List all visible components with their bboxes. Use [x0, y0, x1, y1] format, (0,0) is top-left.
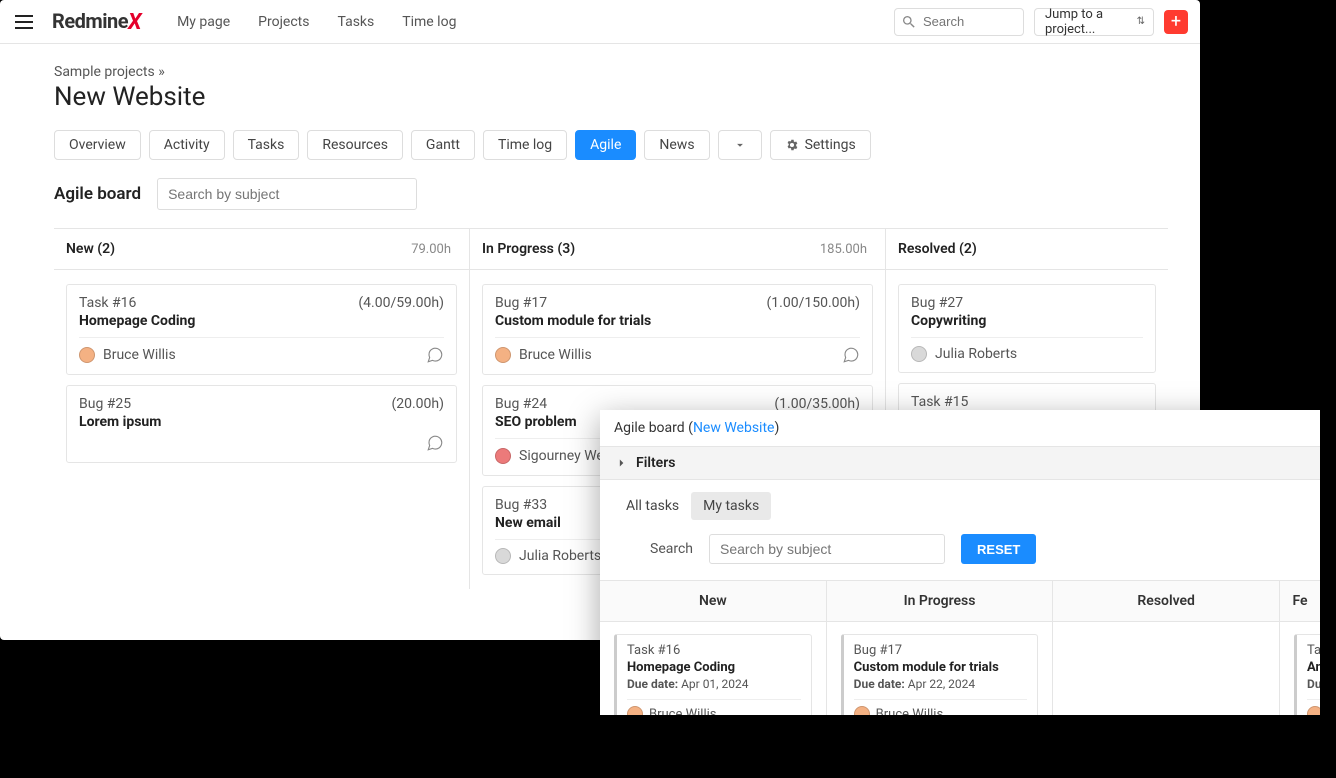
card-subject: Lorem ipsum — [79, 414, 444, 430]
popup-header: Agile board (New Website) — [600, 410, 1320, 446]
comment-icon[interactable] — [842, 346, 860, 364]
reset-button[interactable]: RESET — [961, 534, 1036, 564]
card-hours: (20.00h) — [391, 396, 444, 412]
page-title: New Website — [54, 82, 1168, 112]
tab-more[interactable] — [718, 130, 762, 160]
avatar — [1307, 706, 1320, 715]
pcard-task-6[interactable]: Task #6 Analysis of R Due date: Nov Bruc… — [1294, 634, 1320, 715]
card-task-16[interactable]: Task #16 (4.00/59.00h) Homepage Coding Br… — [66, 284, 457, 375]
card-bug-25[interactable]: Bug #25 (20.00h) Lorem ipsum — [66, 385, 457, 463]
nav-timelog[interactable]: Time log — [390, 8, 468, 36]
comment-icon[interactable] — [426, 434, 444, 452]
tab-gantt[interactable]: Gantt — [411, 130, 475, 160]
logo-x: X — [128, 10, 141, 35]
assignee: Julia Roberts — [495, 548, 601, 564]
pcol-head-resolved: Resolved — [1053, 581, 1280, 621]
chevron-down-icon — [733, 138, 747, 152]
popup-cards-row: Task #16 Homepage Coding Due date: Apr 0… — [600, 621, 1320, 715]
card-ref: Bug #25 — [79, 396, 131, 412]
logo: RedmineX — [52, 9, 141, 35]
filter-tab-my[interactable]: My tasks — [691, 492, 771, 520]
card-ref: Bug #33 — [495, 497, 547, 513]
column-head-resolved: Resolved (2) — [886, 229, 1168, 270]
popup-search-input[interactable] — [709, 534, 945, 564]
card-subject: Custom module for trials — [495, 313, 860, 329]
card-ref: Bug #17 — [495, 295, 547, 311]
avatar — [495, 548, 511, 564]
updown-icon: ⇅ — [1137, 16, 1145, 27]
avatar — [854, 706, 870, 715]
pcard-task-16[interactable]: Task #16 Homepage Coding Due date: Apr 0… — [614, 634, 812, 715]
nav-tasks[interactable]: Tasks — [326, 8, 387, 36]
board-search-input[interactable] — [157, 178, 417, 210]
tab-agile[interactable]: Agile — [575, 130, 636, 160]
pcard-slot-new: Task #16 Homepage Coding Due date: Apr 0… — [600, 622, 827, 715]
card-hours: (1.00/150.00h) — [767, 295, 860, 311]
card-hours: (4.00/59.00h) — [358, 295, 444, 311]
comment-icon[interactable] — [426, 346, 444, 364]
column-head-new: New (2) 79.00h — [54, 229, 469, 270]
tab-activity[interactable]: Activity — [149, 130, 225, 160]
breadcrumb[interactable]: Sample projects » — [54, 64, 1168, 80]
card-subject: Copywriting — [911, 313, 1143, 329]
column-head-in-progress: In Progress (3) 185.00h — [470, 229, 885, 270]
search-icon — [901, 14, 917, 30]
filter-tab-all[interactable]: All tasks — [614, 492, 691, 520]
project-jump[interactable]: Jump to a project... ⇅ — [1034, 8, 1154, 36]
nav-projects[interactable]: Projects — [246, 8, 321, 36]
search-label: Search — [650, 541, 693, 557]
filters-bar[interactable]: Filters — [600, 446, 1320, 480]
pcard-bug-17[interactable]: Bug #17 Custom module for trials Due dat… — [841, 634, 1039, 715]
column-new: New (2) 79.00h Task #16 (4.00/59.00h) Hom… — [54, 229, 470, 589]
popup-columns-header: New In Progress Resolved Fe — [600, 580, 1320, 621]
popup-project-link[interactable]: New Website — [693, 420, 775, 436]
card-ref: Task #15 — [911, 394, 968, 410]
global-search — [894, 8, 1024, 36]
chevron-right-icon — [614, 456, 628, 470]
topbar: RedmineX My page Projects Tasks Time log… — [0, 0, 1200, 44]
popup-search-row: Search RESET — [614, 534, 1306, 564]
card-ref: Task #16 — [79, 295, 136, 311]
assignee: Bruce Willis — [79, 347, 176, 363]
board-header: Agile board — [54, 178, 1168, 210]
tab-overview[interactable]: Overview — [54, 130, 141, 160]
pcard-slot-in-progress: Bug #17 Custom module for trials Due dat… — [827, 622, 1054, 715]
card-ref: Bug #27 — [911, 295, 963, 311]
tab-tasks[interactable]: Tasks — [233, 130, 300, 160]
avatar — [911, 346, 927, 362]
pcol-head-in-progress: In Progress — [827, 581, 1054, 621]
menu-icon[interactable] — [12, 10, 36, 34]
agile-board-popup: Agile board (New Website) Filters All ta… — [600, 410, 1320, 715]
tab-resources[interactable]: Resources — [307, 130, 403, 160]
board-title: Agile board — [54, 184, 141, 204]
topbar-right: Jump to a project... ⇅ + — [894, 8, 1188, 36]
add-button[interactable]: + — [1164, 10, 1188, 34]
card-subject: Homepage Coding — [79, 313, 444, 329]
project-tabs: Overview Activity Tasks Resources Gantt … — [54, 130, 1168, 160]
tab-settings[interactable]: Settings — [770, 130, 871, 160]
card-bug-27[interactable]: Bug #27 Copywriting Julia Roberts — [898, 284, 1156, 373]
avatar — [495, 448, 511, 464]
avatar — [627, 706, 643, 715]
column-cards-new: Task #16 (4.00/59.00h) Homepage Coding Br… — [54, 270, 469, 477]
pcol-head-more: Fe — [1280, 581, 1320, 621]
card-bug-17[interactable]: Bug #17 (1.00/150.00h) Custom module for … — [482, 284, 873, 375]
gear-icon — [785, 138, 799, 152]
pcard-slot-overflow: Task #6 Analysis of R Due date: Nov Bruc… — [1280, 622, 1320, 715]
pcol-head-new: New — [600, 581, 827, 621]
filter-tabs: All tasks My tasks — [614, 492, 1306, 520]
tab-news[interactable]: News — [644, 130, 709, 160]
avatar — [79, 347, 95, 363]
popup-inner: All tasks My tasks Search RESET — [600, 480, 1320, 564]
tab-timelog[interactable]: Time log — [483, 130, 567, 160]
card-ref: Bug #24 — [495, 396, 547, 412]
assignee: Bruce Willis — [495, 347, 592, 363]
top-nav: My page Projects Tasks Time log — [165, 8, 468, 36]
pcard-slot-resolved — [1053, 622, 1280, 715]
avatar — [495, 347, 511, 363]
assignee: Julia Roberts — [911, 346, 1143, 362]
nav-mypage[interactable]: My page — [165, 8, 242, 36]
